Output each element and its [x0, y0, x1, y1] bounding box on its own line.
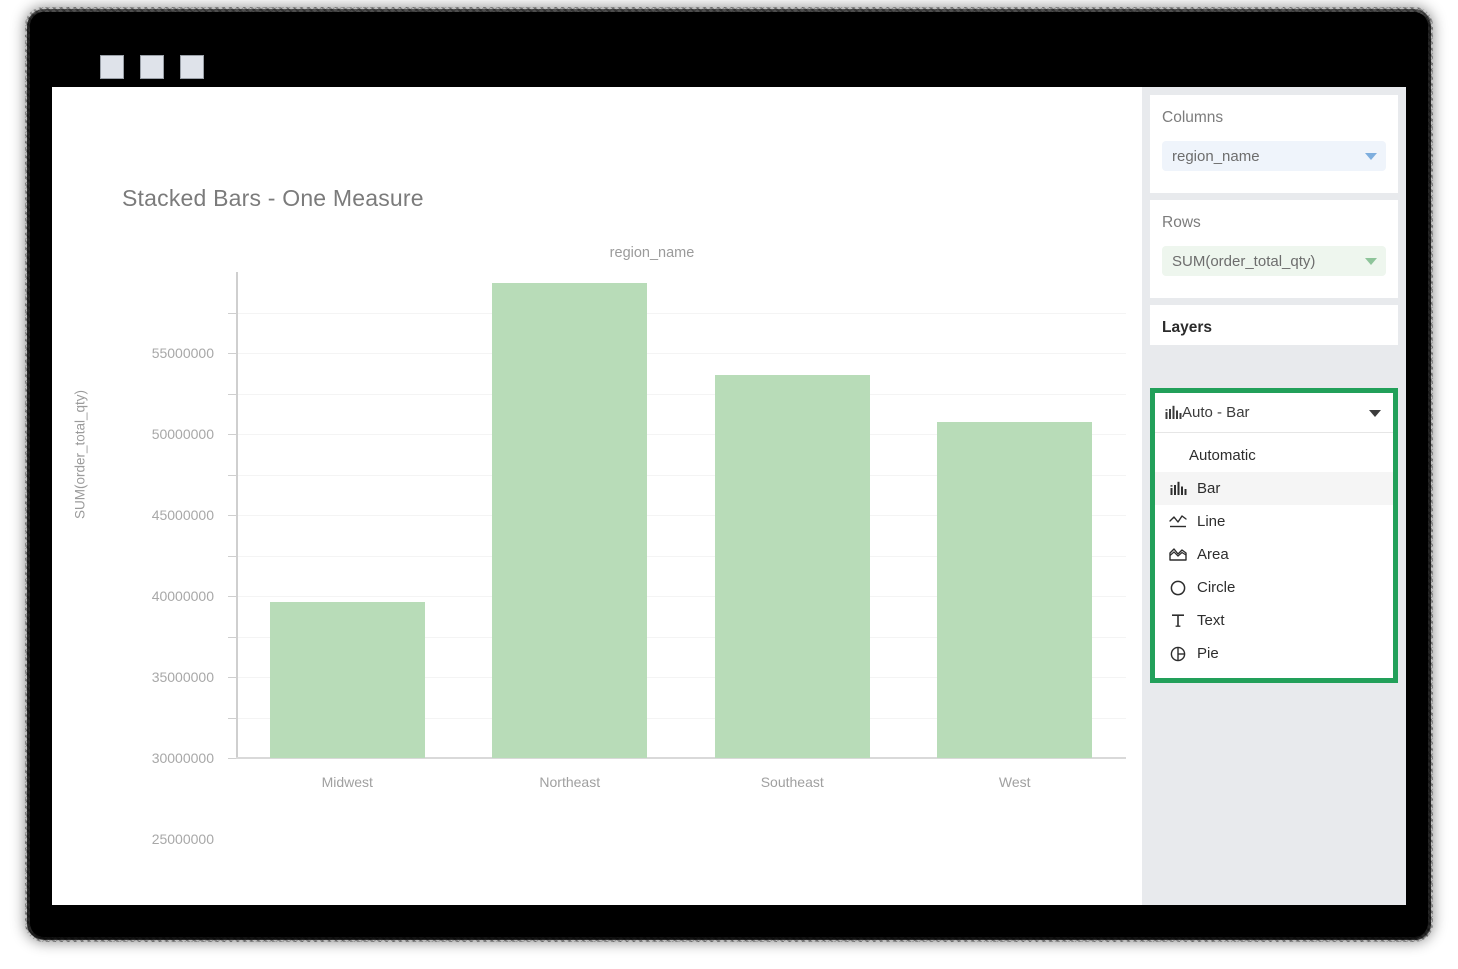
- gridline: [238, 394, 1126, 395]
- layer-option-label: Bar: [1197, 480, 1220, 497]
- layer-type-dropdown: Auto - Bar Automatic Bar Line Area Circle Tex…: [1150, 388, 1398, 683]
- line-chart-icon: [1167, 514, 1189, 529]
- layer-option-label: Pie: [1197, 645, 1219, 662]
- layer-option-label: Text: [1197, 612, 1225, 629]
- bar[interactable]: [270, 602, 425, 758]
- chevron-down-icon[interactable]: [1365, 258, 1377, 265]
- y-axis-title: SUM(order_total_qty): [73, 375, 88, 535]
- layer-type-dropdown-trigger[interactable]: Auto - Bar: [1155, 393, 1393, 433]
- y-axis-tick: 25000000: [228, 556, 236, 557]
- layer-option-label: Automatic: [1189, 447, 1256, 464]
- rows-field-pill[interactable]: SUM(order_total_qty): [1162, 246, 1386, 276]
- bar[interactable]: [715, 375, 870, 758]
- columns-field-pill[interactable]: region_name: [1162, 141, 1386, 171]
- layer-option-label: Circle: [1197, 579, 1235, 596]
- y-axis-tick-label: 45000000: [152, 507, 214, 523]
- y-axis-tick: 20000000: [228, 596, 236, 597]
- bar-chart-icon: [1165, 405, 1182, 420]
- chart-canvas: Stacked Bars - One Measure region_name S…: [52, 87, 1142, 905]
- y-axis-tick: 5000000: [228, 718, 236, 719]
- area-chart-icon: [1167, 547, 1189, 562]
- rows-field-label: SUM(order_total_qty): [1172, 253, 1315, 270]
- page-title: Stacked Bars - One Measure: [122, 185, 424, 212]
- layer-option-text[interactable]: Text: [1155, 604, 1393, 637]
- plot-area: 0500000010000000150000002000000025000000…: [236, 272, 1126, 758]
- bar-chart-icon: [1167, 481, 1189, 496]
- layer-option-automatic[interactable]: Automatic: [1155, 439, 1393, 472]
- y-axis-tick-label: 30000000: [152, 750, 214, 766]
- chevron-down-icon[interactable]: [1365, 153, 1377, 160]
- layer-option-circle[interactable]: Circle: [1155, 571, 1393, 604]
- y-axis-tick: 40000000: [228, 434, 236, 435]
- x-axis-tick-label: Midwest: [322, 774, 373, 790]
- y-axis-tick: 50000000: [228, 353, 236, 354]
- x-axis-tick-label: Southeast: [761, 774, 824, 790]
- layer-option-line[interactable]: Line: [1155, 505, 1393, 538]
- columns-panel: Columns region_name: [1150, 95, 1398, 193]
- config-sidebar: Columns region_name Rows SUM(order_total…: [1142, 87, 1406, 905]
- bar[interactable]: [937, 422, 1092, 758]
- app-body: Stacked Bars - One Measure region_name S…: [52, 87, 1406, 905]
- maximize-button[interactable]: [140, 55, 164, 79]
- layer-option-pie[interactable]: Pie: [1155, 637, 1393, 670]
- layer-option-area[interactable]: Area: [1155, 538, 1393, 571]
- screenshot-root: Stacked Bars - One Measure region_name S…: [0, 0, 1458, 969]
- y-axis-tick: 55000000: [228, 313, 236, 314]
- layers-panel-title: Layers: [1162, 319, 1386, 337]
- close-button[interactable]: [180, 55, 204, 79]
- columns-panel-title: Columns: [1162, 109, 1386, 127]
- y-axis-tick: 30000000: [228, 515, 236, 516]
- y-axis-tick: 15000000: [228, 637, 236, 638]
- y-axis-tick-label: 40000000: [152, 588, 214, 604]
- y-axis-tick-label: 55000000: [152, 345, 214, 361]
- layer-type-selected-label: Auto - Bar: [1182, 404, 1250, 421]
- minimize-button[interactable]: [100, 55, 124, 79]
- layers-panel: Layers: [1150, 305, 1398, 345]
- gridline: [238, 353, 1126, 354]
- y-axis-tick: 45000000: [228, 394, 236, 395]
- y-axis-tick-label: 50000000: [152, 426, 214, 442]
- x-axis-tick-label: Northeast: [539, 774, 600, 790]
- y-axis-tick-label: 25000000: [152, 831, 214, 847]
- app-window-frame: Stacked Bars - One Measure region_name S…: [30, 12, 1428, 937]
- layer-option-label: Area: [1197, 546, 1229, 563]
- chart-column-header: region_name: [212, 245, 1092, 261]
- pie-chart-icon: [1167, 646, 1189, 662]
- circle-icon: [1167, 580, 1189, 596]
- columns-field-label: region_name: [1172, 148, 1260, 165]
- gridline: [238, 313, 1126, 314]
- y-axis-tick: 0: [228, 758, 236, 759]
- bar[interactable]: [492, 283, 647, 758]
- y-axis-tick: 10000000: [228, 677, 236, 678]
- text-icon: [1167, 613, 1189, 628]
- window-titlebar: [30, 12, 1428, 87]
- chevron-down-icon[interactable]: [1369, 410, 1381, 417]
- layer-option-label: Line: [1197, 513, 1225, 530]
- rows-panel: Rows SUM(order_total_qty): [1150, 200, 1398, 298]
- y-axis-tick-label: 35000000: [152, 669, 214, 685]
- layer-type-option-list: Automatic Bar Line Area Circle Text Pie: [1155, 433, 1393, 678]
- x-axis-tick-label: West: [999, 774, 1031, 790]
- rows-panel-title: Rows: [1162, 214, 1386, 232]
- y-axis-tick: 35000000: [228, 475, 236, 476]
- layer-option-bar[interactable]: Bar: [1155, 472, 1393, 505]
